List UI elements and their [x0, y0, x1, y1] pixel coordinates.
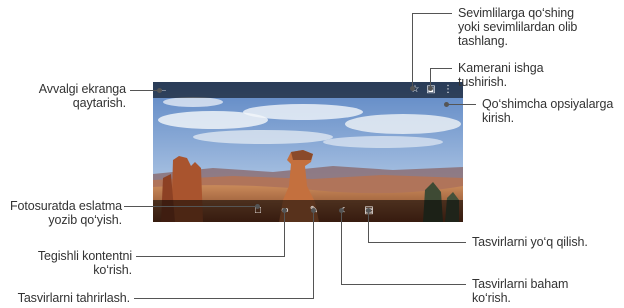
callout-line-favorite-h [412, 13, 452, 14]
callout-dot-camera [428, 86, 433, 91]
callout-edit: Tasvirlarni tahrirlash. [18, 291, 130, 305]
callout-line-more [446, 104, 476, 105]
callout-more-line-2: kirish. [482, 111, 514, 125]
callout-back-line-1: Avvalgi ekranga [38, 82, 126, 96]
callout-camera: Kamerani ishga tushirish. [458, 61, 544, 89]
callout-more: Qo‘shimcha opsiyalarga kirish. [482, 97, 613, 125]
callout-view-line-2: ko‘rish. [93, 263, 132, 277]
callout-line-favorite [412, 13, 413, 89]
callout-view-content: Tegishli kontentni ko‘rish. [38, 249, 132, 277]
callout-share: Tasvirlarni baham ko‘rish. [472, 277, 568, 305]
callout-dot-memo [255, 204, 260, 209]
callout-line-view [284, 210, 285, 256]
callout-edit-line-1: Tasvirlarni tahrirlash. [17, 291, 130, 305]
callout-back: Avvalgi ekranga qaytarish. [39, 82, 126, 110]
callout-memo: Fotosuratda eslatma yozib qo‘yish. [10, 199, 122, 227]
callout-view-line-1: Tegishli kontentni [37, 249, 132, 263]
more-vertical-icon[interactable]: ⋮ [443, 84, 453, 96]
callout-dot-edit [311, 208, 316, 213]
callout-delete: Tasvirlarni yo‘q qilish. [472, 235, 588, 249]
callout-line-share [341, 210, 342, 284]
callout-dot-share [339, 208, 344, 213]
callout-line-delete-h [368, 242, 466, 243]
callout-favorite-line-2: yoki sevimlilardan olib [458, 20, 578, 34]
bottom-toolbar: □ ∞ ✎ < ▤ [153, 200, 463, 222]
callout-dot-back [157, 88, 162, 93]
top-toolbar: ← ☆ ▣ ⋮ [153, 82, 463, 98]
callout-memo-line-1: Fotosuratda eslatma [9, 199, 122, 213]
callout-favorite-line-3: tashlang. [458, 34, 508, 48]
callout-line-memo [124, 206, 256, 207]
callout-favorite-line-1: Sevimlilarga qo‘shing [458, 6, 575, 20]
callout-share-line-2: ko‘rish. [472, 291, 511, 305]
callout-line-edit [313, 210, 314, 298]
callout-memo-line-2: yozib qo‘yish. [48, 213, 122, 227]
photo-viewer: ← ☆ ▣ ⋮ □ ∞ ✎ < ▤ [153, 82, 463, 222]
callout-dot-more [444, 102, 449, 107]
callout-line-delete [368, 210, 369, 242]
callout-dot-view [282, 208, 287, 213]
callout-share-line-1: Tasvirlarni baham [472, 277, 569, 291]
callout-camera-line-1: Kamerani ishga [458, 61, 544, 75]
callout-line-view-h [136, 256, 285, 257]
callout-favorite: Sevimlilarga qo‘shing yoki sevimlilardan… [458, 6, 577, 48]
callout-dot-delete [366, 208, 371, 213]
callout-line-camera-h [430, 68, 452, 69]
callout-camera-line-2: tushirish. [458, 75, 508, 89]
callout-dot-favorite [410, 86, 415, 91]
callout-line-edit-h [134, 298, 314, 299]
callout-line-share-h [341, 284, 466, 285]
callout-back-line-2: qaytarish. [72, 96, 126, 110]
callout-delete-line-1: Tasvirlarni yo‘q qilish. [472, 235, 588, 249]
callout-line-back [130, 90, 160, 91]
callout-more-line-1: Qo‘shimcha opsiyalarga [482, 97, 614, 111]
